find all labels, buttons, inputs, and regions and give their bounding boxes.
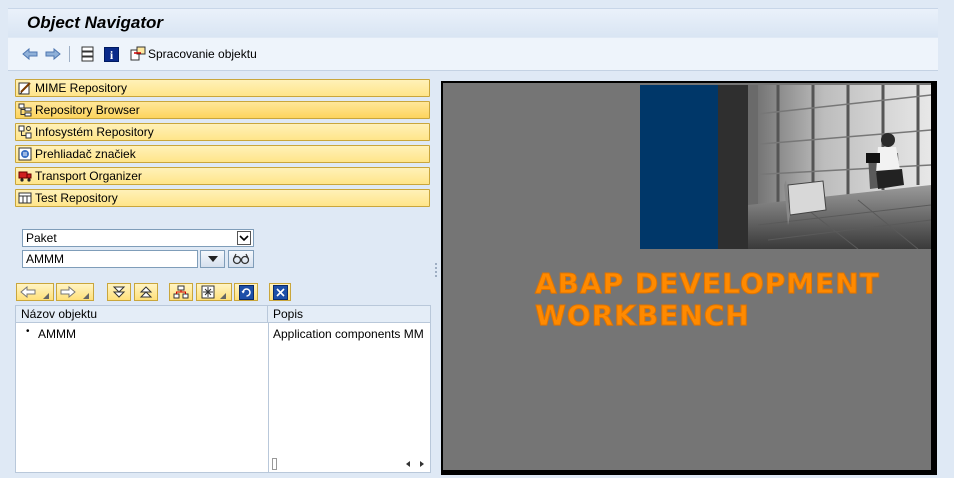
- page-title: Object Navigator: [27, 13, 164, 32]
- application-toolbar: i Spracovanie objektu: [8, 38, 938, 71]
- grid-icon: [201, 285, 215, 299]
- refresh-button[interactable]: [234, 283, 258, 301]
- banner-blue-block: [640, 85, 718, 249]
- object-name-input[interactable]: AMMM: [22, 250, 198, 268]
- chevron-down-icon: [237, 231, 251, 245]
- expand-icon: [112, 286, 126, 298]
- display-object-button[interactable]: [228, 250, 254, 268]
- close-icon: [272, 284, 288, 300]
- left-navigation-panel: MIME Repository Repository Browser Infos…: [10, 75, 434, 475]
- nav-item-label: Infosystém Repository: [35, 125, 154, 139]
- next-object-button[interactable]: [56, 283, 94, 301]
- column-header-description[interactable]: Popis: [268, 306, 430, 323]
- nav-item-label: Repository Browser: [35, 103, 140, 117]
- nav-repository-browser[interactable]: Repository Browser: [15, 101, 430, 119]
- object-name-dropdown-button[interactable]: [200, 250, 225, 268]
- layout-button[interactable]: [196, 283, 232, 301]
- banner-background: ABAP DEVELOPMENT WORKBENCH: [443, 83, 931, 470]
- nav-mime-repository[interactable]: MIME Repository: [15, 79, 430, 97]
- previous-object-button[interactable]: [16, 283, 54, 301]
- tree-icon: [18, 103, 32, 117]
- column-header-label: Názov objektu: [21, 307, 98, 321]
- splitter-handle[interactable]: [434, 262, 438, 280]
- object-name-cell: AMMM: [38, 327, 76, 341]
- arrow-left-icon: [20, 286, 36, 298]
- nav-transport-organizer[interactable]: Transport Organizer: [15, 167, 430, 185]
- scroll-right-icon[interactable]: [418, 460, 426, 468]
- display-hierarchy-button[interactable]: [80, 46, 96, 62]
- nav-test-repository[interactable]: Test Repository: [15, 189, 430, 207]
- hierarchy-icon: [173, 285, 189, 299]
- collapse-icon: [139, 286, 153, 298]
- collapse-all-button[interactable]: [134, 283, 158, 301]
- arrow-right-icon: [60, 286, 76, 298]
- mime-icon: [18, 82, 31, 95]
- refresh-icon: [238, 284, 254, 300]
- close-tree-button[interactable]: [269, 283, 291, 301]
- nav-item-label: Prehliadač značiek: [35, 147, 136, 161]
- toolbar-separator: [69, 46, 70, 62]
- nav-item-label: Transport Organizer: [35, 169, 142, 183]
- grip-icon: [435, 263, 437, 277]
- small-dropdown-icon: [220, 293, 226, 299]
- info-icon: i: [104, 46, 119, 62]
- forward-button[interactable]: [45, 46, 61, 62]
- description-cell: Application components MM: [273, 327, 424, 341]
- nav-item-label: MIME Repository: [35, 81, 128, 95]
- object-type-dropdown-button[interactable]: [235, 230, 253, 246]
- table-row[interactable]: • AMMM Application components MM: [16, 326, 430, 342]
- object-processing-icon: [130, 46, 146, 61]
- banner-title-line2: WORKBENCH: [535, 299, 750, 333]
- object-tree: Názov objektu Popis • AMMM Application c…: [15, 305, 431, 473]
- truck-icon: [18, 171, 32, 182]
- bullet-icon: •: [26, 326, 30, 337]
- workbench-banner-panel: ABAP DEVELOPMENT WORKBENCH: [441, 81, 937, 475]
- test-icon: [18, 192, 32, 204]
- nav-infosystem-repository[interactable]: Infosystém Repository: [15, 123, 430, 141]
- horizontal-scrollbar[interactable]: [272, 457, 428, 471]
- column-header-label: Popis: [273, 307, 304, 321]
- object-processing-button[interactable]: Spracovanie objektu: [130, 46, 257, 62]
- nav-tag-browser[interactable]: Prehliadač značiek: [15, 145, 430, 163]
- scrollbar-thumb[interactable]: [272, 458, 277, 470]
- small-dropdown-icon: [43, 293, 49, 299]
- small-dropdown-icon: [83, 293, 89, 299]
- column-divider: [268, 323, 269, 472]
- arrow-right-icon: [45, 47, 61, 61]
- arrow-left-icon: [22, 47, 38, 61]
- object-type-select[interactable]: Paket: [22, 229, 254, 247]
- object-name-value: AMMM: [26, 252, 64, 266]
- info-button[interactable]: i: [104, 46, 119, 62]
- banner-title-line1: ABAP DEVELOPMENT: [535, 267, 880, 301]
- expand-all-button[interactable]: [107, 283, 131, 301]
- back-button[interactable]: [22, 46, 38, 62]
- nav-item-label: Test Repository: [35, 191, 118, 205]
- hierarchy-icon: [81, 46, 94, 62]
- column-header-object-name[interactable]: Názov objektu: [16, 306, 268, 323]
- glasses-icon: [232, 253, 250, 265]
- title-bar: Object Navigator: [8, 8, 938, 37]
- object-processing-label: Spracovanie objektu: [148, 47, 257, 61]
- triangle-down-icon: [207, 256, 218, 262]
- hierarchy-button[interactable]: [169, 283, 193, 301]
- scroll-left-icon[interactable]: [404, 460, 412, 468]
- tag-browser-icon: [18, 147, 32, 161]
- object-type-value: Paket: [26, 231, 57, 245]
- infosystem-icon: [18, 125, 32, 139]
- banner-photo: [718, 85, 931, 249]
